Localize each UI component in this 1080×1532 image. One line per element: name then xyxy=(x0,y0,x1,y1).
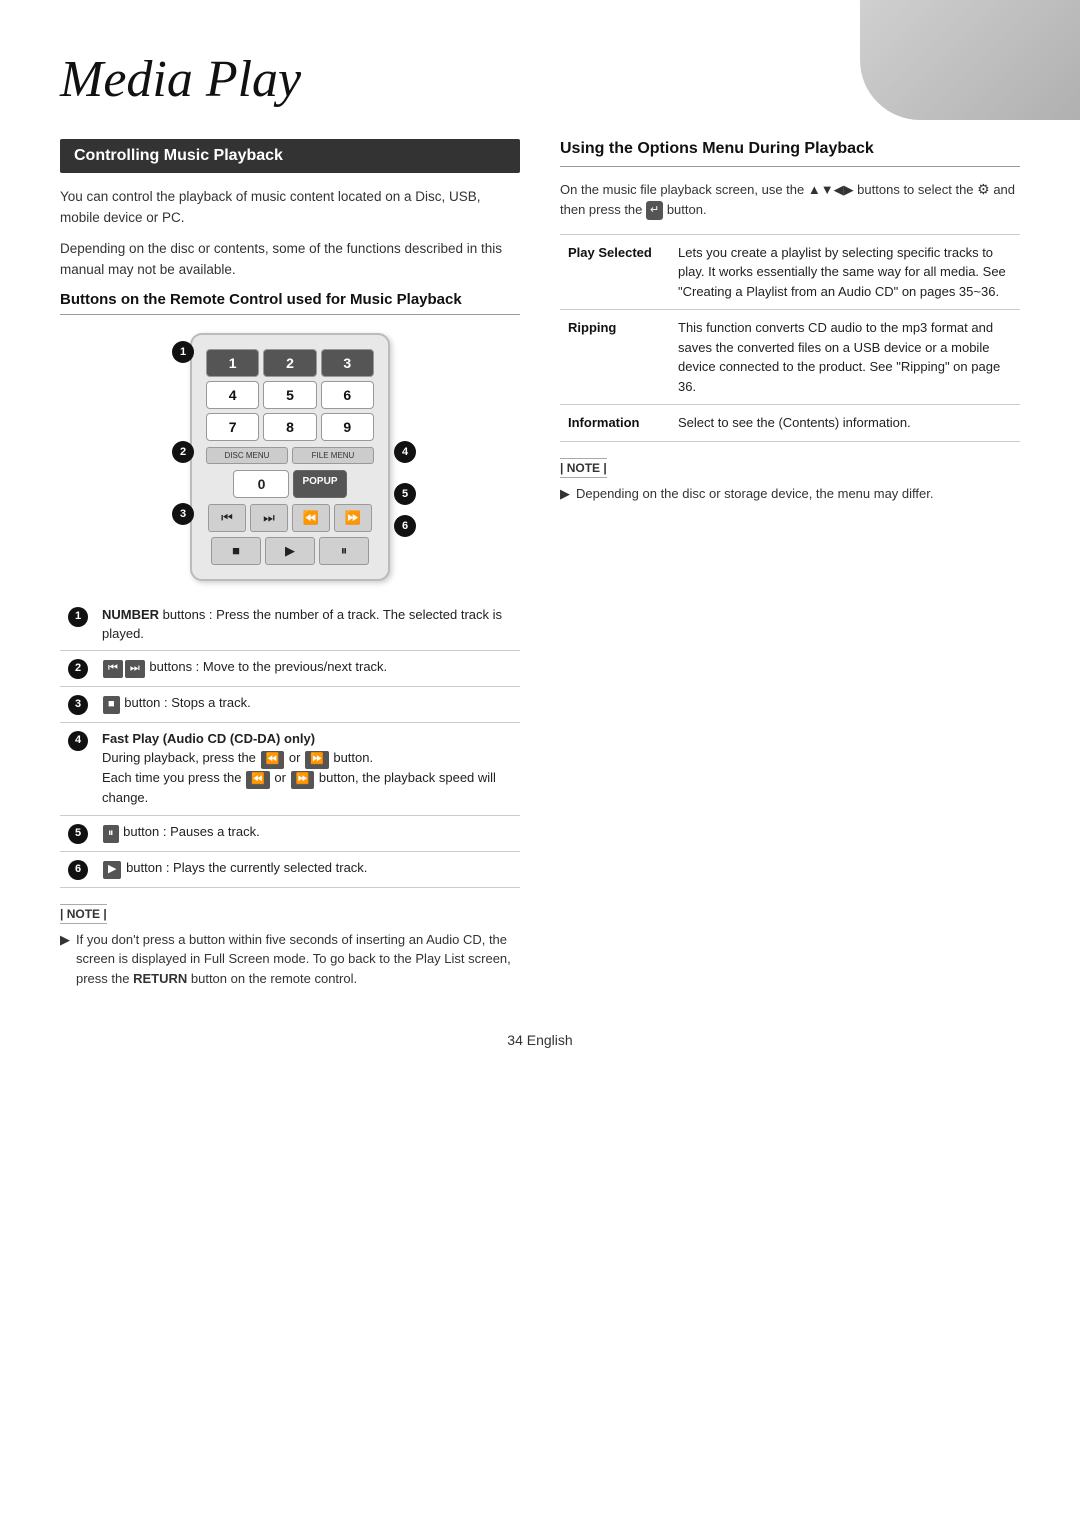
right-note-label: | NOTE | xyxy=(560,458,607,478)
desc-row-3: 3 ■ button : Stops a track. xyxy=(60,687,520,723)
num-7: 7 xyxy=(206,413,259,441)
intro-text-1: You can control the playback of music co… xyxy=(60,187,520,229)
prev-btn: ⏮ xyxy=(208,504,246,532)
bubble-4: 4 xyxy=(394,441,416,463)
circle-5: 5 xyxy=(68,824,88,844)
option-label-play-selected: Play Selected xyxy=(560,234,670,310)
desc-5: ⏸ button : Pauses a track. xyxy=(96,815,520,851)
playback-row: ■ ▶ ⏸ xyxy=(206,537,374,565)
stop-btn: ■ xyxy=(211,537,261,565)
bubble-1: 1 xyxy=(172,341,194,363)
disc-menu-btn: DISC MENU xyxy=(206,447,288,464)
left-note-text: If you don't press a button within five … xyxy=(76,930,520,989)
popup-btn: POPUP xyxy=(293,470,346,498)
options-row-information: Information Select to see the (Contents)… xyxy=(560,405,1020,442)
transport-row: ⏮ ⏭ ⏪ ⏩ xyxy=(206,504,374,532)
pause-btn: ⏸ xyxy=(319,537,369,565)
desc-row-1: 1 NUMBER buttons : Press the number of a… xyxy=(60,599,520,651)
next-btn: ⏭ xyxy=(250,504,288,532)
num-5: 5 xyxy=(263,381,316,409)
desc-row-5: 5 ⏸ button : Pauses a track. xyxy=(60,815,520,851)
page-title: Media Play xyxy=(60,40,1020,109)
option-label-ripping: Ripping xyxy=(560,310,670,405)
desc-row-4: 4 Fast Play (Audio CD (CD-DA) only) Duri… xyxy=(60,723,520,816)
zero-btn: 0 xyxy=(233,470,289,498)
circle-4: 4 xyxy=(68,731,88,751)
circle-3: 3 xyxy=(68,695,88,715)
num-2: 2 xyxy=(263,349,316,377)
desc-row-6: 6 ▶ button : Plays the currently selecte… xyxy=(60,851,520,887)
section-header-controlling: Controlling Music Playback xyxy=(60,139,520,173)
zero-row: 0 POPUP xyxy=(206,470,374,498)
desc-3: ■ button : Stops a track. xyxy=(96,687,520,723)
circle-2: 2 xyxy=(68,659,88,679)
bubble-5: 5 xyxy=(394,483,416,505)
fwd-btn: ⏩ xyxy=(334,504,372,532)
bubble-3: 3 xyxy=(172,503,194,525)
right-note-text: Depending on the disc or storage device,… xyxy=(576,484,933,504)
remote-section-title: Buttons on the Remote Control used for M… xyxy=(60,291,520,315)
options-row-play-selected: Play Selected Lets you create a playlist… xyxy=(560,234,1020,310)
page-number: 34 English xyxy=(507,1032,572,1048)
num-3: 3 xyxy=(321,349,374,377)
play-btn: ▶ xyxy=(265,537,315,565)
num-1: 1 xyxy=(206,349,259,377)
num-9: 9 xyxy=(321,413,374,441)
page-footer: 34 English xyxy=(60,1032,1020,1048)
gear-icon: ⚙ xyxy=(977,179,990,200)
left-column: Controlling Music Playback You can contr… xyxy=(60,139,520,992)
options-section-title: Using the Options Menu During Playback xyxy=(560,139,1020,167)
file-menu-btn: FILE MENU xyxy=(292,447,374,464)
options-title-text: Using the Options Menu During Playback xyxy=(560,140,874,157)
desc-row-2: 2 ⏮⏭ buttons : Move to the previous/next… xyxy=(60,651,520,687)
remote-illustration: 1 2 3 4 5 6 1 2 xyxy=(60,333,520,581)
options-table: Play Selected Lets you create a playlist… xyxy=(560,234,1020,442)
descriptions-table: 1 NUMBER buttons : Press the number of a… xyxy=(60,599,520,888)
right-column: Using the Options Menu During Playback O… xyxy=(560,139,1020,507)
option-label-information: Information xyxy=(560,405,670,442)
option-desc-play-selected: Lets you create a playlist by selecting … xyxy=(670,234,1020,310)
left-note-section: | NOTE | ▶ If you don't press a button w… xyxy=(60,904,520,989)
num-6: 6 xyxy=(321,381,374,409)
num-8: 8 xyxy=(263,413,316,441)
note-arrow-icon: ▶ xyxy=(60,930,70,989)
desc-1: NUMBER buttons : Press the number of a t… xyxy=(96,599,520,651)
desc-2: ⏮⏭ buttons : Move to the previous/next t… xyxy=(96,651,520,687)
desc-6: ▶ button : Plays the currently selected … xyxy=(96,851,520,887)
numpad: 1 2 3 4 5 6 7 8 9 xyxy=(206,349,374,441)
circle-1: 1 xyxy=(68,607,88,627)
bubble-6: 6 xyxy=(394,515,416,537)
option-desc-ripping: This function converts CD audio to the m… xyxy=(670,310,1020,405)
left-note-label: | NOTE | xyxy=(60,904,107,924)
desc-4: Fast Play (Audio CD (CD-DA) only) During… xyxy=(96,723,520,816)
menu-row: DISC MENU FILE MENU xyxy=(206,447,374,464)
options-intro-text: On the music file playback screen, use t… xyxy=(560,179,1020,220)
remote-body: 1 2 3 4 5 6 7 8 9 DISC MENU xyxy=(190,333,390,581)
circle-6: 6 xyxy=(68,860,88,880)
num-4: 4 xyxy=(206,381,259,409)
option-desc-information: Select to see the (Contents) information… xyxy=(670,405,1020,442)
rew-btn: ⏪ xyxy=(292,504,330,532)
enter-icon: ↵ xyxy=(646,201,663,220)
right-note-arrow-icon: ▶ xyxy=(560,484,570,504)
options-row-ripping: Ripping This function converts CD audio … xyxy=(560,310,1020,405)
intro-text-2: Depending on the disc or contents, some … xyxy=(60,239,520,281)
right-note-section: | NOTE | ▶ Depending on the disc or stor… xyxy=(560,458,1020,504)
bubble-2: 2 xyxy=(172,441,194,463)
left-note-item: ▶ If you don't press a button within fiv… xyxy=(60,930,520,989)
right-note-item: ▶ Depending on the disc or storage devic… xyxy=(560,484,1020,504)
